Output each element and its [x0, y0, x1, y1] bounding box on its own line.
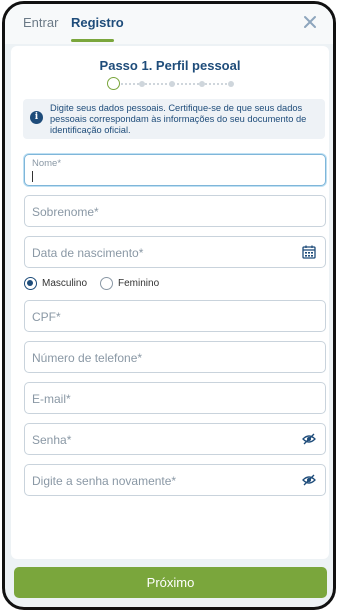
cpf-field-label: CPF* [32, 310, 61, 324]
eye-hidden-icon[interactable] [302, 473, 316, 487]
active-tab-indicator [71, 39, 114, 42]
password-field-label: Senha* [32, 433, 72, 447]
radio-unchecked-icon [100, 277, 113, 290]
close-icon[interactable] [301, 13, 319, 31]
tab-register[interactable]: Registro [71, 15, 124, 30]
step-progress [107, 77, 237, 91]
gender-option-female[interactable]: Feminino [100, 277, 159, 290]
calendar-icon[interactable] [302, 245, 316, 259]
tab-login[interactable]: Entrar [23, 15, 58, 30]
gender-option-label: Feminino [118, 278, 160, 289]
step-indicator [228, 81, 234, 87]
step-indicator [169, 81, 175, 87]
email-field-label: E-mail* [32, 392, 71, 406]
eye-hidden-icon[interactable] [302, 432, 316, 446]
app-frame: Entrar Registro Passo 1. Perfil pessoal … [2, 1, 336, 610]
birthdate-field-label: Data de nascimento* [32, 246, 144, 260]
step-indicator-current [107, 77, 120, 90]
step-indicator [199, 81, 205, 87]
password-confirm-field[interactable]: Digite a senha novamente* [24, 464, 326, 496]
surname-field-label: Sobrenome* [32, 205, 99, 219]
registration-form: Passo 1. Perfil pessoal i Digite seus da… [11, 46, 329, 559]
password-field[interactable]: Senha* [24, 423, 326, 455]
phone-field[interactable]: Número de telefone* [24, 341, 326, 373]
phone-field-label: Número de telefone* [32, 351, 143, 365]
auth-tabs-bar: Entrar Registro [5, 4, 333, 44]
next-button[interactable]: Próximo [14, 567, 327, 598]
info-notice: i Digite seus dados pessoais. Certifique… [23, 99, 325, 139]
gender-option-label: Masculino [42, 278, 88, 289]
step-indicator [139, 81, 145, 87]
name-field-label: Nome* [32, 158, 62, 169]
step-title: Passo 1. Perfil pessoal [99, 58, 241, 73]
email-field[interactable]: E-mail* [24, 382, 326, 414]
gender-option-male[interactable]: Masculino [24, 277, 87, 290]
surname-field[interactable]: Sobrenome* [24, 195, 326, 227]
info-icon: i [30, 111, 43, 124]
birthdate-field[interactable]: Data de nascimento* [24, 236, 326, 268]
name-field[interactable]: Nome* [24, 154, 326, 186]
text-cursor [32, 171, 33, 182]
radio-checked-icon [24, 277, 37, 290]
cpf-field[interactable]: CPF* [24, 300, 326, 332]
info-text: Digite seus dados pessoais. Certifique-s… [50, 103, 307, 135]
password-confirm-field-label: Digite a senha novamente* [32, 474, 177, 488]
